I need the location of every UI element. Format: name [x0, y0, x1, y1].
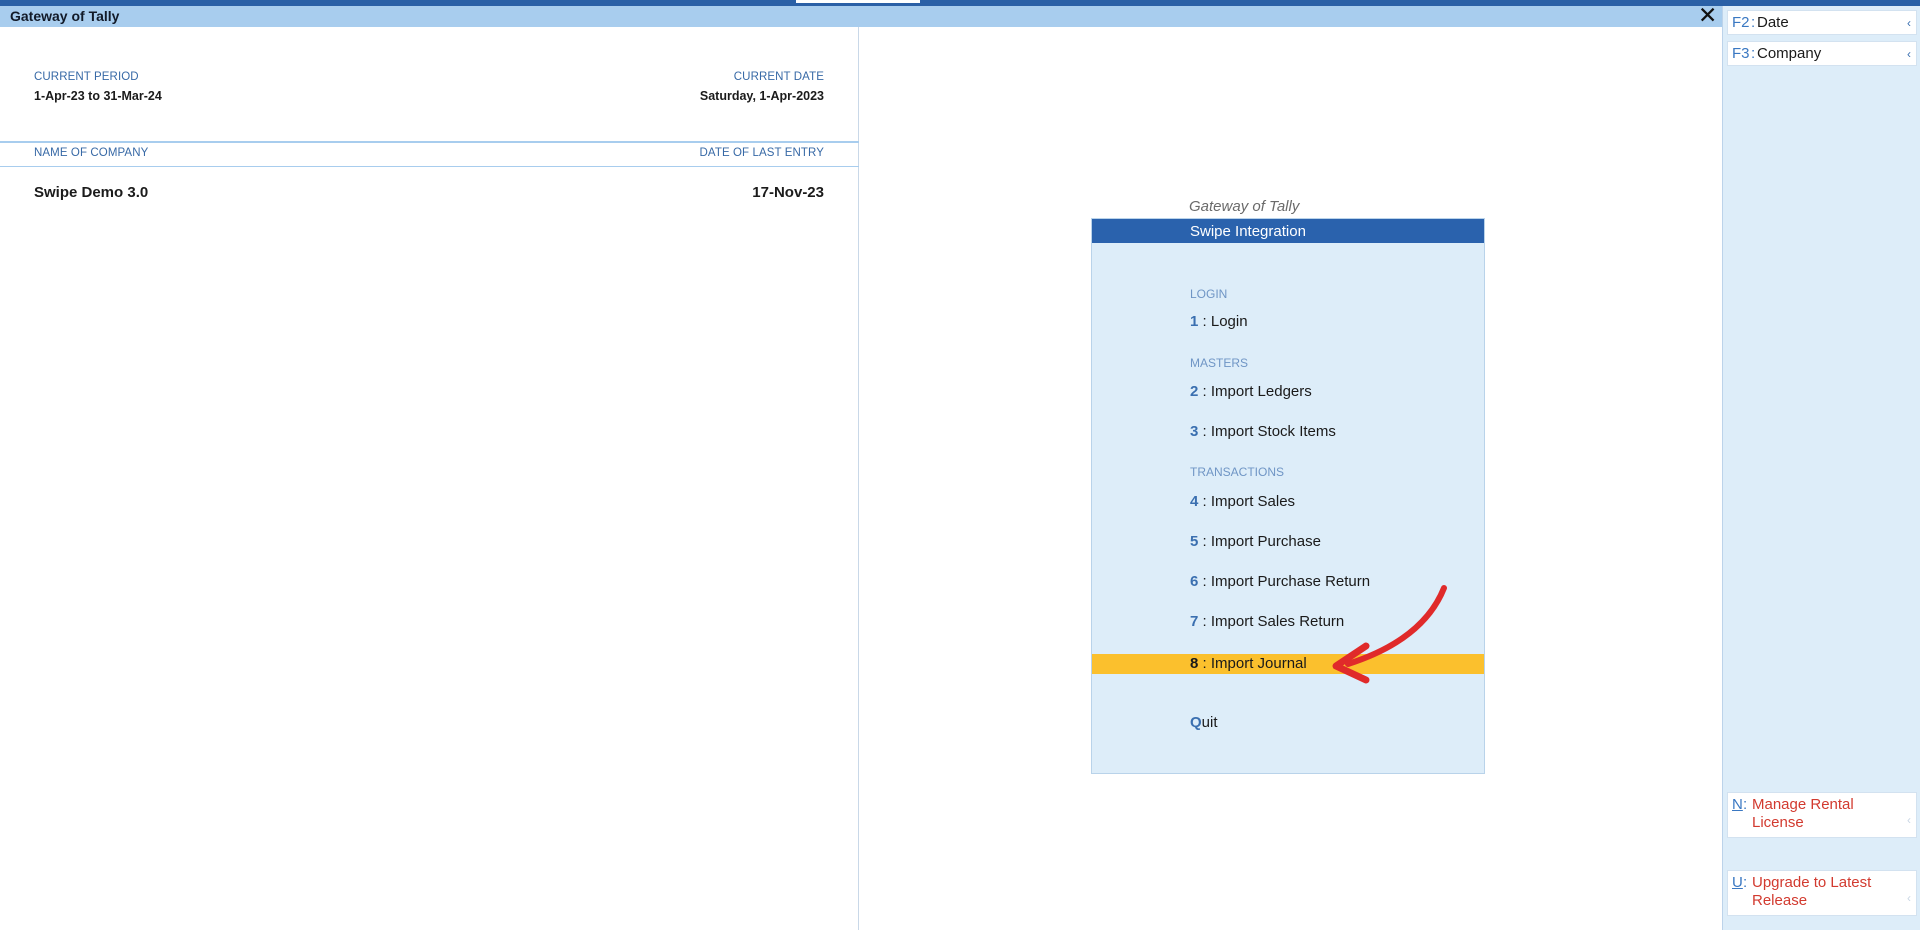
company-info-panel: CURRENT PERIOD 1-Apr-23 to 31-Mar-24 CUR…: [0, 27, 859, 930]
title-bar: Gateway of Tally ✕: [0, 2, 1722, 28]
close-icon[interactable]: ✕: [1698, 2, 1717, 28]
menu-item-import-ledgers[interactable]: 2 : Import Ledgers: [1092, 381, 1484, 403]
company-column-header: NAME OF COMPANY: [34, 147, 149, 159]
chevron-left-icon: ‹: [1907, 47, 1911, 61]
upgrade-latest-release-button[interactable]: U: Upgrade to Latest Release ‹: [1727, 870, 1917, 916]
f2-date-button[interactable]: F2: Date ‹: [1727, 10, 1917, 35]
swipe-integration-menu: Swipe Integration LOGIN 1 : Login MASTER…: [1091, 218, 1485, 774]
chevron-left-icon: ‹: [1907, 891, 1911, 905]
current-date-label: CURRENT DATE: [733, 71, 824, 83]
right-button-bar: F2: Date ‹ F3: Company ‹ N: Manage Renta…: [1722, 6, 1920, 930]
menu-caption: Gateway of Tally: [1189, 198, 1300, 215]
current-period-label: CURRENT PERIOD: [34, 71, 139, 83]
annotation-arrow: [1332, 585, 1447, 684]
current-date-value: Saturday, 1-Apr-2023: [699, 89, 824, 103]
divider-bottom: [0, 166, 859, 167]
chevron-left-icon: ‹: [1907, 16, 1911, 30]
menu-item-quit[interactable]: Quit: [1092, 712, 1484, 734]
menu-header: Swipe Integration: [1092, 219, 1484, 243]
menu-item-import-sales[interactable]: 4 : Import Sales: [1092, 491, 1484, 513]
current-period-value: 1-Apr-23 to 31-Mar-24: [34, 89, 162, 103]
last-entry-column-header: DATE OF LAST ENTRY: [699, 147, 824, 159]
menu-item-import-purchase[interactable]: 5 : Import Purchase: [1092, 531, 1484, 553]
company-name[interactable]: Swipe Demo 3.0: [34, 184, 148, 201]
menu-item-login[interactable]: 1 : Login: [1092, 311, 1484, 333]
top-strip-notch: [796, 0, 920, 3]
menu-title: Swipe Integration: [1190, 223, 1306, 240]
manage-rental-license-button[interactable]: N: Manage Rental License ‹: [1727, 792, 1917, 838]
f3-company-button[interactable]: F3: Company ‹: [1727, 41, 1917, 66]
section-masters: MASTERS: [1190, 356, 1249, 370]
section-transactions: TRANSACTIONS: [1190, 465, 1285, 479]
last-entry-date: 17-Nov-23: [752, 184, 824, 201]
window-title: Gateway of Tally: [10, 8, 120, 24]
menu-item-import-stock-items[interactable]: 3 : Import Stock Items: [1092, 421, 1484, 443]
section-login: LOGIN: [1190, 287, 1228, 301]
chevron-left-icon: ‹: [1907, 813, 1911, 827]
divider-top: [0, 141, 859, 143]
